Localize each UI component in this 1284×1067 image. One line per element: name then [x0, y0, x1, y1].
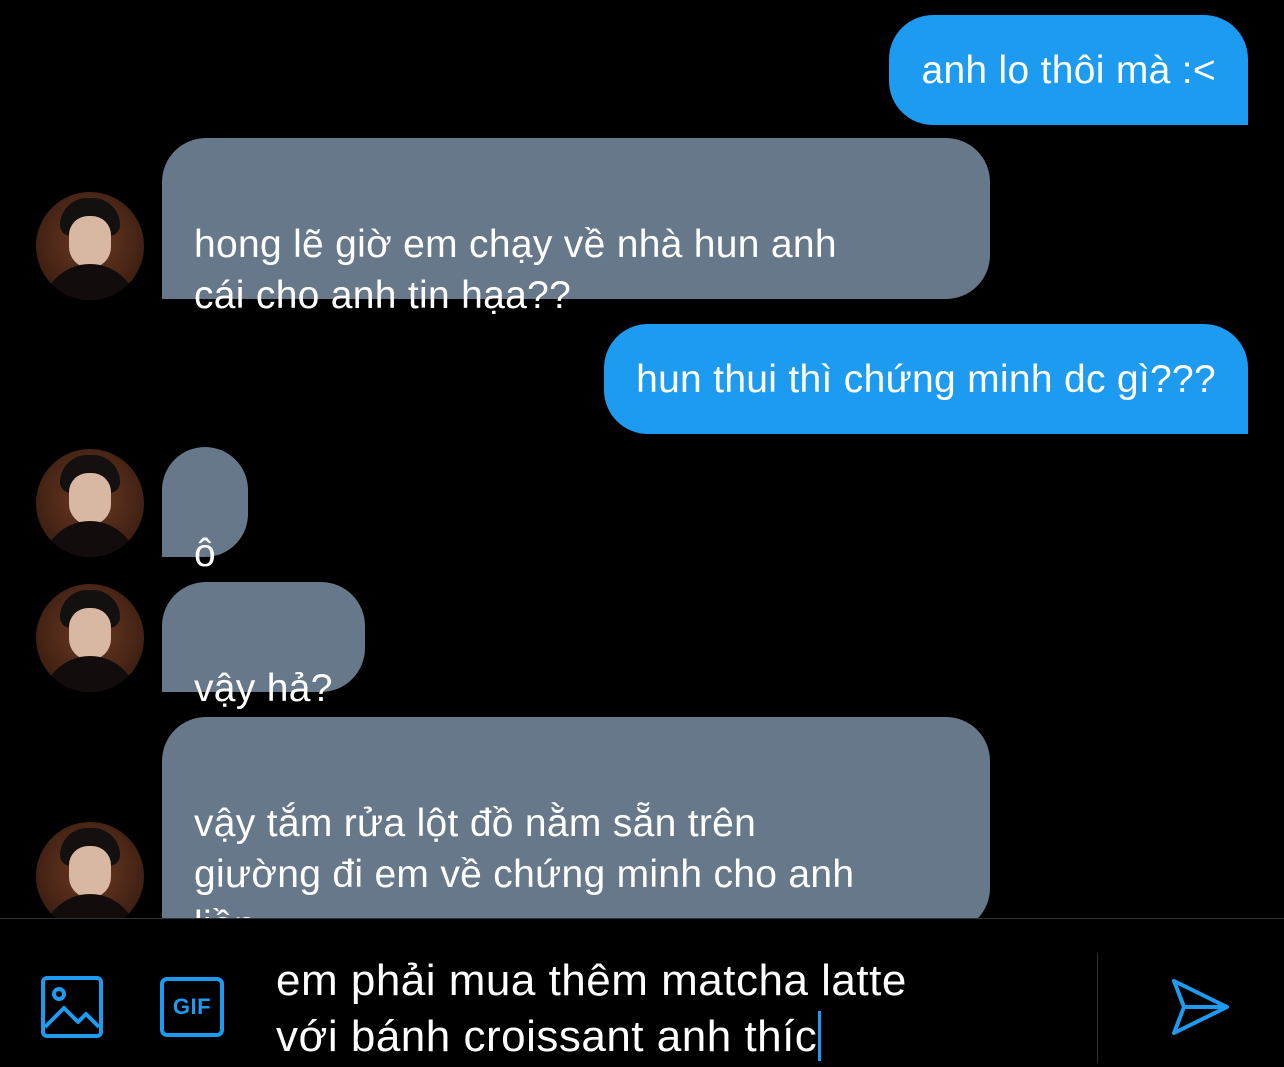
message-text: anh lo thôi mà :<	[921, 49, 1216, 92]
text-cursor	[818, 1011, 822, 1061]
composer-divider	[1097, 953, 1098, 1063]
add-gif-button[interactable]: GIF	[159, 976, 225, 1038]
received-message[interactable]: vậy hả?	[162, 582, 365, 710]
message-text: ô	[194, 532, 216, 575]
draft-text: em phải mua thêm matcha latte với bánh c…	[276, 956, 907, 1061]
message-input[interactable]: em phải mua thêm matcha latte với bánh c…	[276, 953, 1066, 1065]
message-composer: GIF em phải mua thêm matcha latte với bá…	[0, 918, 1284, 1067]
contact-avatar[interactable]	[36, 822, 144, 918]
message-text: hun thui thì chứng minh dc gì???	[636, 358, 1216, 401]
received-message[interactable]: vậy tắm rửa lột đồ nằm sẵn trên giường đ…	[162, 717, 990, 918]
send-icon	[1172, 979, 1229, 1035]
contact-avatar[interactable]	[36, 584, 144, 692]
received-message[interactable]: hong lẽ giờ em chạy về nhà hun anh cái c…	[162, 138, 990, 317]
image-icon	[41, 976, 103, 1038]
message-text: hong lẽ giờ em chạy về nhà hun anh cái c…	[194, 223, 837, 317]
contact-avatar[interactable]	[36, 192, 144, 300]
gif-label: GIF	[172, 994, 212, 1019]
message-text: vậy hả?	[194, 667, 333, 710]
contact-avatar[interactable]	[36, 449, 144, 557]
add-media-button[interactable]	[40, 975, 104, 1039]
conversation-thread: anh lo thôi mà :< hong lẽ giờ em chạy về…	[0, 0, 1284, 918]
message-text: vậy tắm rửa lột đồ nằm sẵn trên giường đ…	[194, 802, 855, 918]
sent-message[interactable]: hun thui thì chứng minh dc gì???	[604, 324, 1248, 434]
sent-message[interactable]: anh lo thôi mà :<	[889, 15, 1248, 125]
send-button[interactable]	[1168, 975, 1232, 1039]
received-message[interactable]: ô	[162, 447, 248, 575]
